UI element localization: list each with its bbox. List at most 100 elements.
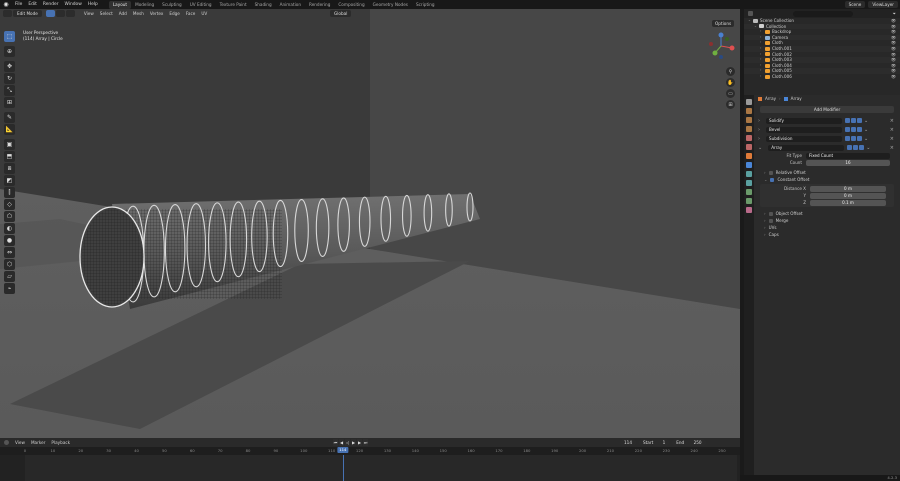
data-tab-icon[interactable] xyxy=(746,198,752,204)
modifier-header[interactable]: › Solidify ⌄ × xyxy=(756,116,898,125)
move-tool-icon[interactable]: ✥ xyxy=(4,61,15,72)
viewport-menu-face[interactable]: Face xyxy=(183,11,198,16)
rip-tool-icon[interactable]: ⌁ xyxy=(4,283,15,294)
world-tab-icon[interactable] xyxy=(746,144,752,150)
mode-selector[interactable]: Edit Mode xyxy=(13,10,42,17)
modifier-name-field[interactable]: Array xyxy=(768,144,845,151)
merge-checkbox[interactable] xyxy=(768,218,773,223)
modifier-toggle-icon[interactable] xyxy=(851,127,856,132)
outliner-item[interactable]: › Cloth.006 👁 xyxy=(744,74,900,80)
modifier-toggle-icon[interactable] xyxy=(851,136,856,141)
view-layer-selector[interactable]: ViewLayer xyxy=(868,1,898,8)
start-frame-field[interactable]: Start 1 xyxy=(639,439,670,446)
workspace-tab-texture-paint[interactable]: Texture Paint xyxy=(216,1,251,9)
add-modifier-button[interactable]: Add Modifier xyxy=(760,106,894,113)
constraints-tab-icon[interactable] xyxy=(746,189,752,195)
smooth-tool-icon[interactable]: ● xyxy=(4,235,15,246)
remove-modifier-icon[interactable]: × xyxy=(890,118,896,124)
blender-logo-icon[interactable]: ◉ xyxy=(2,1,10,8)
distance-x-field[interactable]: 0 m xyxy=(810,185,886,192)
distance-y-field[interactable]: 0 m xyxy=(810,192,886,199)
object-offset-checkbox[interactable] xyxy=(768,211,773,216)
menu-edit[interactable]: Edit xyxy=(25,2,40,7)
filter-icon[interactable]: ⏷ xyxy=(893,11,896,17)
workspace-tab-sculpting[interactable]: Sculpting xyxy=(158,1,186,9)
3d-viewport[interactable]: Edit Mode View Select Add Mesh Vertex Edge Fac… xyxy=(0,9,740,438)
transform-orientation-selector[interactable]: Global xyxy=(330,10,352,17)
constant-offset-checkbox[interactable] xyxy=(770,177,775,182)
timeline-track-area[interactable] xyxy=(25,455,737,481)
modifier-name-field[interactable]: Bevel xyxy=(766,126,842,133)
editor-type-button[interactable] xyxy=(3,10,12,17)
navigation-gizmo[interactable] xyxy=(706,31,736,61)
workspace-tab-compositing[interactable]: Compositing xyxy=(334,1,368,9)
pan-hand-icon[interactable]: ✋ xyxy=(726,78,735,87)
modifier-header[interactable]: › Subdivision ⌄ × xyxy=(756,134,898,143)
play-icon[interactable]: ▶ xyxy=(351,439,356,446)
relative-offset-panel[interactable]: › Relative Offset xyxy=(756,169,898,176)
workspace-tab-geometry-nodes[interactable]: Geometry Nodes xyxy=(369,1,412,9)
remove-modifier-icon[interactable]: × xyxy=(890,127,896,133)
bevel-tool-icon[interactable]: ◩ xyxy=(4,175,15,186)
scale-tool-icon[interactable]: ⤡ xyxy=(4,85,15,96)
view-layer-tab-icon[interactable] xyxy=(746,126,752,132)
collapse-arrow-icon[interactable]: ⌄ xyxy=(758,145,762,151)
material-tab-icon[interactable] xyxy=(746,207,752,213)
jump-start-icon[interactable]: ⏮ xyxy=(333,439,338,446)
modifier-toggle-icon[interactable] xyxy=(847,145,853,150)
viewport-menu-uv[interactable]: UV xyxy=(198,11,210,16)
camera-view-icon[interactable]: ▭ xyxy=(726,89,735,98)
output-tab-icon[interactable] xyxy=(746,117,752,123)
modifier-header[interactable]: › Bevel ⌄ × xyxy=(756,125,898,134)
annotate-tool-icon[interactable]: ✎ xyxy=(4,112,15,123)
jump-end-icon[interactable]: ⏭ xyxy=(363,439,368,446)
collapse-arrow-icon[interactable]: › xyxy=(758,136,760,142)
viewport-menu-select[interactable]: Select xyxy=(97,11,116,16)
playhead-line[interactable] xyxy=(342,455,344,481)
modifiers-tab-icon[interactable] xyxy=(746,162,752,168)
outliner-search-input[interactable] xyxy=(793,10,853,17)
shrink-fatten-tool-icon[interactable]: ⬡ xyxy=(4,259,15,270)
modifier-toggle-icon[interactable] xyxy=(859,145,865,150)
select-tool-icon[interactable]: ⬚ xyxy=(4,31,15,42)
modifier-toggle-icon[interactable] xyxy=(857,118,862,123)
current-frame-field[interactable]: 114 xyxy=(620,439,636,446)
cursor-tool-icon[interactable]: ⊕ xyxy=(4,46,15,57)
viewport-menu-add[interactable]: Add xyxy=(116,11,130,16)
remove-modifier-icon[interactable]: × xyxy=(890,145,896,151)
editor-type-icon[interactable] xyxy=(748,11,753,16)
viewport-menu-edge[interactable]: Edge xyxy=(166,11,183,16)
workspace-tab-modeling[interactable]: Modeling xyxy=(131,1,158,9)
rotate-tool-icon[interactable]: ↻ xyxy=(4,73,15,84)
tool-tab-icon[interactable] xyxy=(746,99,752,105)
relative-offset-checkbox[interactable] xyxy=(768,170,773,175)
fit-type-dropdown[interactable]: Fixed Count xyxy=(806,152,890,159)
menu-help[interactable]: Help xyxy=(85,2,101,7)
workspace-tab-animation[interactable]: Animation xyxy=(276,1,305,9)
face-select-button[interactable] xyxy=(65,10,75,17)
modifier-toggle-icon[interactable] xyxy=(857,127,862,132)
zoom-icon[interactable]: ⚲ xyxy=(726,67,735,76)
workspace-tab-shading[interactable]: Shading xyxy=(251,1,276,9)
menu-file[interactable]: File xyxy=(12,2,25,7)
extrude-tool-icon[interactable]: ⬒ xyxy=(4,151,15,162)
play-reverse-icon[interactable]: ◁ xyxy=(345,439,350,446)
modifier-toggle-icon[interactable] xyxy=(853,145,859,150)
visibility-eye-icon[interactable]: 👁 xyxy=(891,74,896,80)
workspace-tab-layout[interactable]: Layout xyxy=(108,0,132,9)
distance-z-field[interactable]: 0.1 m xyxy=(810,199,886,206)
timeline-menu-playback[interactable]: Playback xyxy=(48,440,73,445)
modifier-toggle-icon[interactable] xyxy=(851,118,856,123)
scene-tab-icon[interactable] xyxy=(746,135,752,141)
dropdown-icon[interactable]: ⌄ xyxy=(864,118,868,124)
shear-tool-icon[interactable]: ▱ xyxy=(4,271,15,282)
perspective-toggle-icon[interactable]: ⊞ xyxy=(726,100,735,109)
workspace-tab-rendering[interactable]: Rendering xyxy=(305,1,334,9)
viewport-menu-mesh[interactable]: Mesh xyxy=(130,11,147,16)
modifier-toggle-icon[interactable] xyxy=(845,136,850,141)
modifier-name-field[interactable]: Subdivision xyxy=(766,135,842,142)
poly-build-tool-icon[interactable]: ⬠ xyxy=(4,211,15,222)
collapse-arrow-icon[interactable]: › xyxy=(758,118,760,124)
dropdown-icon[interactable]: ⌄ xyxy=(864,127,868,133)
modifier-toggle-icon[interactable] xyxy=(857,136,862,141)
